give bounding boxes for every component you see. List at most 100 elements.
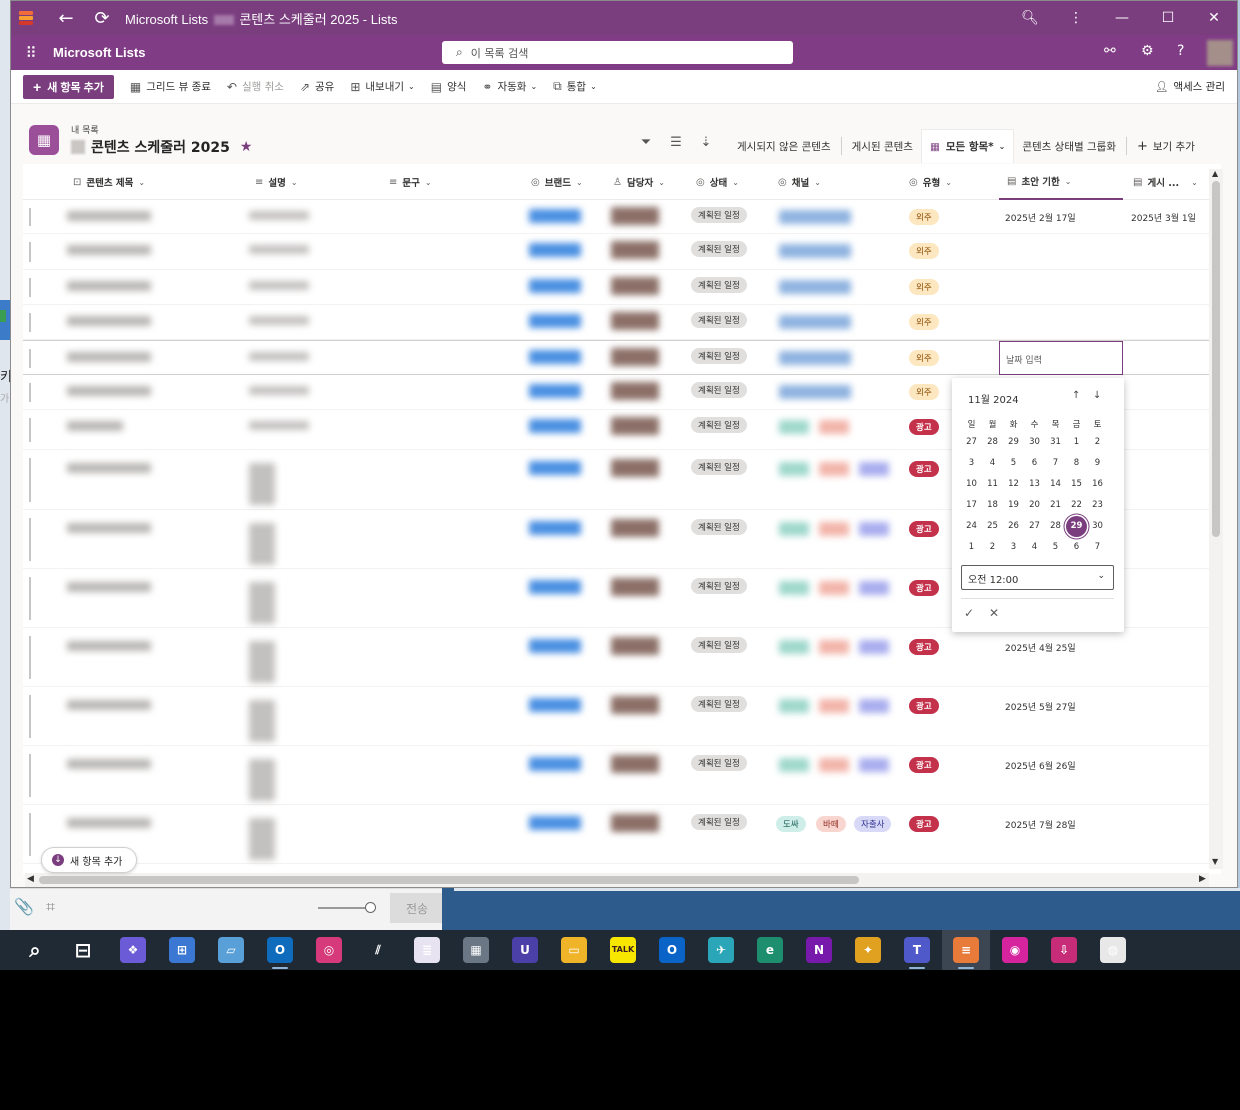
desc-cell-redacted[interactable]: [249, 352, 309, 361]
maximize-icon[interactable]: ☐: [1145, 10, 1191, 26]
owner-cell-redacted[interactable]: [611, 755, 659, 773]
channel-cell-redacted[interactable]: [779, 385, 851, 399]
channel-cell-redacted[interactable]: [779, 210, 851, 224]
title-cell-redacted[interactable]: [67, 582, 151, 592]
brand-cell-redacted[interactable]: [529, 419, 581, 433]
copilot-icon[interactable]: ❖: [120, 937, 146, 963]
type-badge[interactable]: 외주: [909, 314, 939, 330]
export-button[interactable]: ⊞ 내보내기 ⌄: [350, 79, 414, 94]
title-cell-redacted[interactable]: [67, 211, 151, 221]
favorite-star-icon[interactable]: ★: [240, 139, 253, 155]
breadcrumb[interactable]: 내 목록: [71, 123, 99, 136]
channel-tag-redacted[interactable]: [779, 699, 809, 713]
channel-tag-redacted[interactable]: [819, 581, 849, 595]
notepad-icon[interactable]: ▱: [218, 937, 244, 963]
crop-icon[interactable]: ⌗: [46, 897, 55, 917]
status-badge[interactable]: 계획된 일정: [691, 814, 747, 830]
channel-cell-redacted[interactable]: [779, 280, 851, 294]
calendar-day[interactable]: 30: [1087, 516, 1108, 537]
title-cell-redacted[interactable]: [67, 316, 151, 326]
integrate-button[interactable]: ⧉ 통합 ⌄: [553, 79, 597, 94]
owner-cell-redacted[interactable]: [611, 348, 659, 366]
channel-tag-redacted[interactable]: [819, 462, 849, 476]
draft-due-cell[interactable]: 2025년 6월 26일: [1005, 759, 1076, 772]
minimize-icon[interactable]: —: [1099, 10, 1145, 26]
calendar-day[interactable]: 19: [1003, 495, 1024, 516]
row-selector[interactable]: [29, 577, 31, 620]
brand-cell-redacted[interactable]: [529, 243, 581, 257]
status-badge[interactable]: 계획된 일정: [691, 382, 747, 398]
type-badge[interactable]: 외주: [909, 279, 939, 295]
brand-cell-redacted[interactable]: [529, 461, 581, 475]
column-header-channel[interactable]: ◎ 채널 ⌄: [778, 164, 821, 200]
arrow-down-icon[interactable]: ↓: [1093, 390, 1101, 401]
channel-cell-redacted[interactable]: [779, 315, 851, 329]
owner-cell-redacted[interactable]: [611, 814, 659, 832]
channel-tag[interactable]: 바떼: [816, 816, 846, 832]
calendar-day[interactable]: 1: [1066, 432, 1087, 453]
brand-cell-redacted[interactable]: [529, 698, 581, 712]
desc-cell-redacted[interactable]: [249, 421, 309, 430]
calendar-day[interactable]: 21: [1045, 495, 1066, 516]
owner-cell-redacted[interactable]: [611, 696, 659, 714]
calendar-day[interactable]: 8: [1066, 453, 1087, 474]
channel-tag[interactable]: 도싸: [776, 816, 806, 832]
channel-tag-redacted[interactable]: [819, 640, 849, 654]
owner-cell-redacted[interactable]: [611, 277, 659, 295]
calendar-day[interactable]: 12: [1003, 474, 1024, 495]
brand-cell-redacted[interactable]: [529, 639, 581, 653]
calendar-day[interactable]: 16: [1087, 474, 1108, 495]
title-cell-redacted[interactable]: [67, 818, 151, 828]
table-row[interactable]: 계획된 일정 도싸 바떼 자출사 광고 2025년 7월 28일: [23, 805, 1221, 864]
table-row[interactable]: 계획된 일정 외주: [23, 234, 1221, 270]
title-cell-redacted[interactable]: [67, 700, 151, 710]
status-badge[interactable]: 계획된 일정: [691, 519, 747, 535]
brand-cell-redacted[interactable]: [529, 384, 581, 398]
notes-icon[interactable]: ≣: [414, 937, 440, 963]
exit-grid-view-button[interactable]: ▦ 그리드 뷰 종료: [130, 79, 211, 94]
channel-tag[interactable]: 자출사: [854, 816, 892, 832]
row-selector[interactable]: [29, 418, 31, 442]
brand-cell-redacted[interactable]: [529, 521, 581, 535]
calendar-day[interactable]: 9: [1087, 453, 1108, 474]
draft-due-cell[interactable]: 2025년 7월 28일: [1005, 818, 1076, 831]
channel-tag-redacted[interactable]: [779, 522, 809, 536]
channel-tag-redacted[interactable]: [819, 699, 849, 713]
column-header-type[interactable]: ◎ 유형 ⌄: [909, 164, 952, 200]
channel-tag-redacted[interactable]: [779, 640, 809, 654]
chrome-icon[interactable]: ◍: [1100, 937, 1126, 963]
desc-cell-redacted[interactable]: [249, 386, 309, 395]
table-row[interactable]: 계획된 일정 광고 2025년 6월 26일: [23, 746, 1221, 805]
calendar-day[interactable]: 5: [1045, 537, 1066, 558]
type-badge[interactable]: 광고: [909, 461, 939, 477]
row-selector[interactable]: [29, 518, 31, 561]
status-badge[interactable]: 계획된 일정: [691, 207, 747, 223]
channel-tag-redacted[interactable]: [859, 581, 889, 595]
calendar-day[interactable]: 6: [1024, 453, 1045, 474]
more-options-icon[interactable]: ⋮: [1053, 10, 1099, 26]
avatar[interactable]: [1207, 40, 1233, 66]
title-cell-redacted[interactable]: [67, 245, 151, 255]
row-selector[interactable]: [29, 695, 31, 738]
desc-cell-redacted[interactable]: [249, 281, 309, 290]
status-badge[interactable]: 계획된 일정: [691, 696, 747, 712]
tab-published[interactable]: 게시된 콘텐츠: [844, 129, 921, 163]
title-cell-redacted[interactable]: [67, 281, 151, 291]
list-options-icon[interactable]: ☰: [661, 135, 691, 150]
row-selector[interactable]: [29, 754, 31, 797]
calendar-day[interactable]: 3: [961, 453, 982, 474]
status-badge[interactable]: 계획된 일정: [691, 277, 747, 293]
outlook-new-icon[interactable]: O: [659, 937, 685, 963]
status-badge[interactable]: 계획된 일정: [691, 241, 747, 257]
zoom-slider[interactable]: [318, 907, 366, 909]
calendar-day[interactable]: 30: [1024, 432, 1045, 453]
u-app-icon[interactable]: U: [512, 937, 538, 963]
task-view-icon[interactable]: ⊟: [70, 937, 96, 963]
filter-icon[interactable]: ⏷: [631, 135, 661, 150]
row-selector[interactable]: [29, 208, 31, 226]
title-cell-redacted[interactable]: [67, 463, 151, 473]
channel-tag-redacted[interactable]: [859, 699, 889, 713]
type-badge[interactable]: 광고: [909, 580, 939, 596]
desc-cell-redacted[interactable]: [249, 211, 309, 220]
tab-all-items[interactable]: ▦ 모든 항목* ⌄: [920, 129, 1015, 163]
